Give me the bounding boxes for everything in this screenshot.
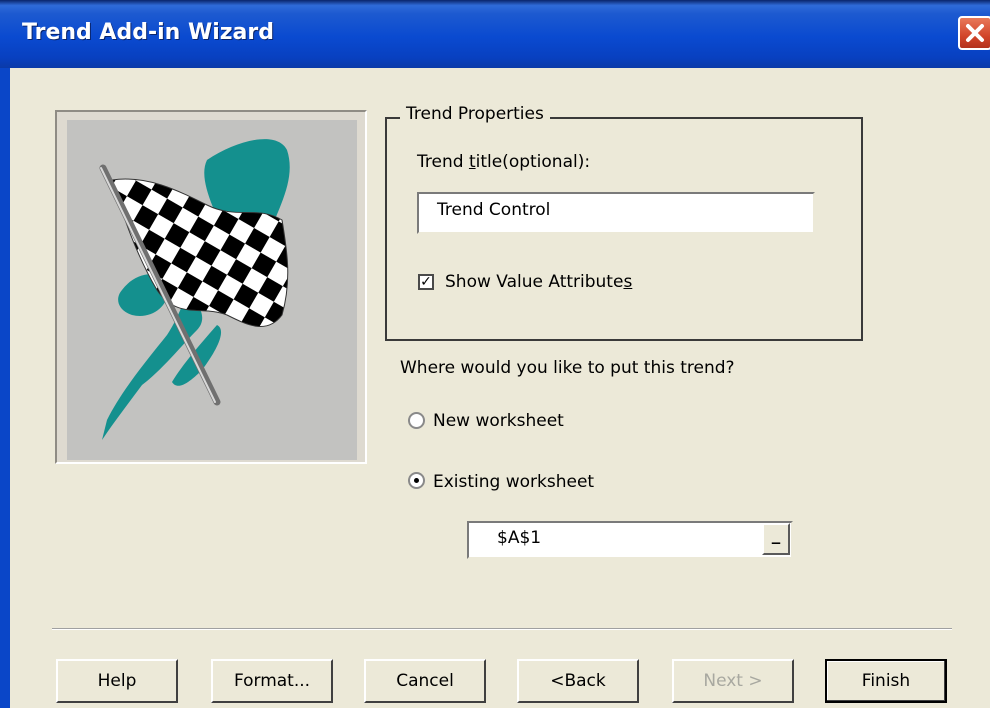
back-button[interactable]: <Back — [517, 659, 639, 703]
existing-worksheet-label: Existing worksheet — [433, 472, 595, 492]
help-button[interactable]: Help — [56, 659, 178, 703]
new-worksheet-radio[interactable] — [408, 412, 425, 429]
trend-properties-label: Trend Properties — [400, 104, 550, 124]
title-bar[interactable]: Trend Add-in Wizard — [0, 0, 990, 68]
trend-title-label: Trend title(optional): — [417, 152, 591, 172]
button-separator — [52, 628, 952, 630]
close-icon — [966, 24, 984, 42]
finish-button[interactable]: Finish — [825, 659, 947, 703]
show-value-attributes-checkbox[interactable]: ✓ — [418, 274, 434, 290]
format-button[interactable]: Format... — [211, 659, 333, 703]
wizard-image-panel — [55, 110, 367, 464]
show-value-attributes-label: Show Value Attributes — [445, 272, 633, 292]
cell-reference-input[interactable]: $A$1 — [467, 521, 793, 559]
window-border — [0, 68, 10, 708]
existing-worksheet-radio[interactable] — [408, 472, 425, 489]
trend-title-input[interactable]: Trend Control — [417, 192, 815, 234]
checkered-flag-icon — [99, 139, 290, 440]
collapse-dialog-button[interactable]: _ — [762, 523, 790, 555]
close-button[interactable] — [958, 16, 990, 50]
new-worksheet-label: New worksheet — [433, 411, 564, 431]
cancel-button[interactable]: Cancel — [364, 659, 486, 703]
next-button: Next > — [672, 659, 794, 703]
placement-question: Where would you like to put this trend? — [400, 358, 735, 378]
window-title: Trend Add-in Wizard — [22, 20, 275, 45]
wizard-image — [67, 120, 357, 460]
